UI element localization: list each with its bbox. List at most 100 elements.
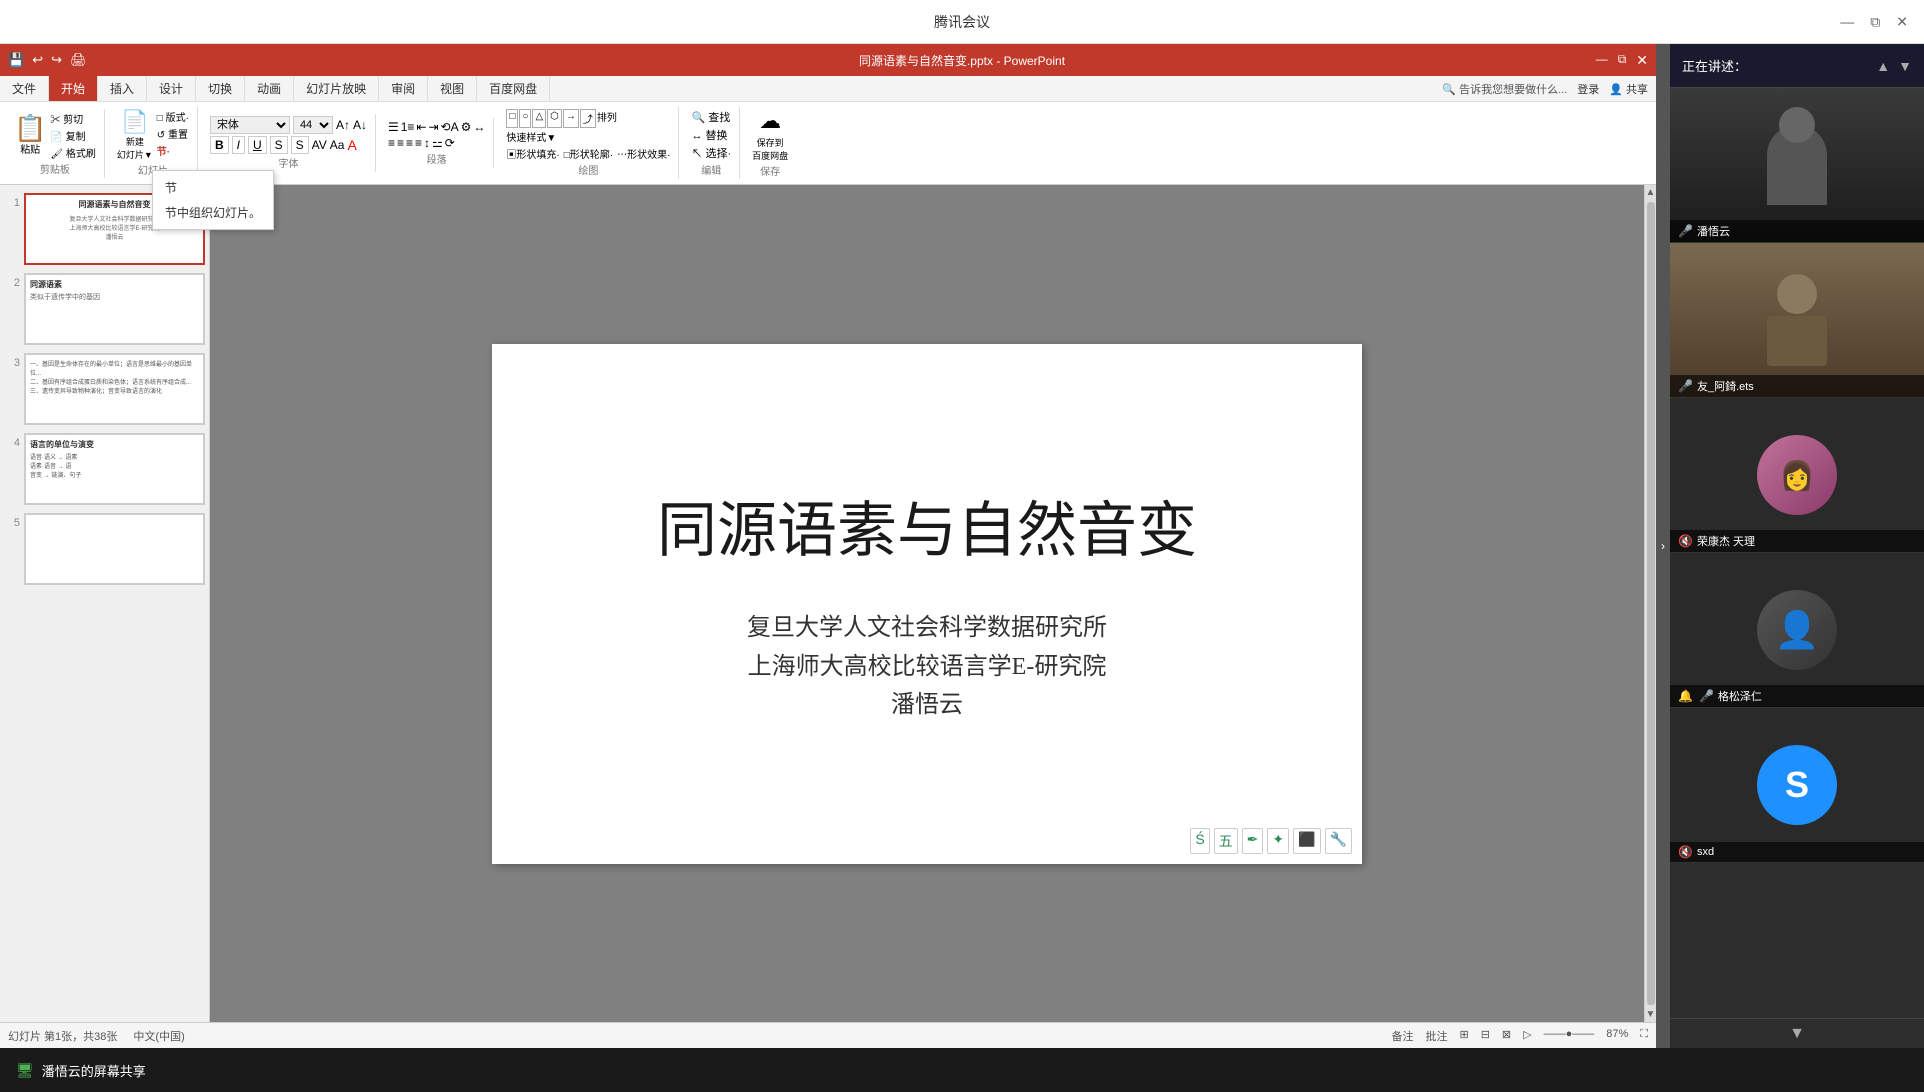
tab-insert[interactable]: 插入: [98, 76, 147, 101]
align-right-button[interactable]: ≡: [406, 136, 413, 150]
align-center-button[interactable]: ≡: [397, 136, 404, 150]
minimize-button[interactable]: —: [1840, 13, 1854, 30]
text-convert-button[interactable]: ⟳: [445, 136, 455, 150]
find-button[interactable]: 🔍 查找: [691, 109, 731, 125]
panel-up-arrow[interactable]: ▲: [1876, 58, 1890, 74]
replace-button[interactable]: ↔ 替换: [691, 127, 731, 143]
layout-button[interactable]: □ 版式·: [157, 109, 189, 124]
save-icon[interactable]: 💾: [8, 52, 24, 68]
zoom-slider[interactable]: ——●——: [1544, 1028, 1595, 1044]
section-item-1[interactable]: 节: [153, 175, 273, 200]
tab-baidu[interactable]: 百度网盘: [477, 76, 550, 101]
slide-icon-pen[interactable]: ✒: [1242, 828, 1264, 854]
smartart-button[interactable]: ↔: [473, 120, 485, 134]
select-button[interactable]: ↖ 选择·: [691, 145, 731, 161]
shape-btn[interactable]: □: [506, 109, 518, 128]
font-grow-button[interactable]: A↑: [336, 118, 350, 132]
slide-item-2[interactable]: 2 同源语素 类似于遗传学中的基因: [4, 273, 205, 345]
text-direction-button[interactable]: ⟲A: [441, 120, 459, 134]
font-size-select[interactable]: 44: [293, 116, 333, 134]
slide-thumb-4[interactable]: 语言的单位与演变 语音·语义 → 语素语素·语音 → 语音变 → 链演、句子: [24, 433, 205, 505]
arrange-button[interactable]: 排列: [597, 109, 617, 128]
tab-review[interactable]: 审阅: [379, 76, 428, 101]
slide-thumb-5[interactable]: [24, 513, 205, 585]
shape-btn[interactable]: △: [532, 109, 546, 128]
section-button[interactable]: 节·: [157, 143, 189, 158]
bold-button[interactable]: B: [210, 136, 229, 154]
view-reading[interactable]: ▷: [1523, 1028, 1531, 1044]
font-color-button[interactable]: A: [347, 137, 356, 153]
shape-effects-button[interactable]: ⋯形状效果·: [617, 146, 670, 161]
copy-button[interactable]: 📄 复制: [50, 128, 95, 143]
slide-icon-s[interactable]: Ś: [1190, 828, 1209, 854]
search-box[interactable]: 🔍 告诉我您想要做什么...: [1442, 81, 1567, 97]
indent-increase-button[interactable]: ⇥: [428, 120, 438, 134]
slide-item-5[interactable]: 5: [4, 513, 205, 585]
share-button[interactable]: 👤 共享: [1609, 81, 1648, 97]
indent-decrease-button[interactable]: ⇤: [416, 120, 426, 134]
slide-icon-wu[interactable]: 五: [1214, 828, 1238, 854]
slide-item-3[interactable]: 3 一、基因是生命体存在的最小单位；语言是思维最小的基因单位...二、基因有序组…: [4, 353, 205, 425]
shadow-button[interactable]: S: [291, 136, 309, 154]
shape-btn[interactable]: ○: [519, 109, 531, 128]
close-button[interactable]: ✕: [1896, 13, 1908, 30]
font-name-select[interactable]: 宋体: [210, 116, 290, 134]
redo-icon[interactable]: ↪: [51, 52, 62, 68]
restore-button[interactable]: ⧉: [1870, 13, 1880, 30]
line-spacing-button[interactable]: ↕: [424, 136, 430, 150]
panel-collapse-handle[interactable]: ›: [1656, 44, 1670, 1048]
scroll-down-button[interactable]: ▼: [1644, 1007, 1656, 1022]
shape-btn[interactable]: ⬡: [547, 109, 562, 128]
slide-thumb-3[interactable]: 一、基因是生命体存在的最小单位；语言是思维最小的基因单位...二、基因有序组合成…: [24, 353, 205, 425]
slide-canvas[interactable]: 同源语素与自然音变 复旦大学人文社会科学数据研究所 上海师大高校比较语言学E-研…: [492, 344, 1362, 864]
tab-animations[interactable]: 动画: [245, 76, 294, 101]
reset-button[interactable]: ↺ 重置: [157, 126, 189, 141]
ppt-minimize[interactable]: —: [1596, 52, 1608, 69]
scroll-participants-down[interactable]: ▼: [1789, 1025, 1805, 1043]
panel-down-arrow[interactable]: ▼: [1898, 58, 1912, 74]
char-spacing-button[interactable]: AV: [312, 138, 327, 152]
login-button[interactable]: 登录: [1577, 81, 1599, 97]
bullets-button[interactable]: ☰: [388, 120, 399, 134]
ppt-close[interactable]: ✕: [1636, 52, 1648, 69]
participants-nav-bottom[interactable]: ▼: [1670, 1018, 1924, 1048]
shape-btn[interactable]: →: [563, 109, 579, 128]
italic-button[interactable]: I: [232, 136, 245, 154]
format-brush-button[interactable]: 🖌 格式刷: [50, 145, 95, 160]
quick-styles-button[interactable]: 快速样式▼: [506, 129, 556, 144]
slide-item-4[interactable]: 4 语言的单位与演变 语音·语义 → 语素语素·语音 → 语音变 → 链演、句子: [4, 433, 205, 505]
slide-icon-star[interactable]: ✦: [1267, 828, 1289, 854]
numbering-button[interactable]: 1≡: [401, 120, 415, 134]
strikethrough-button[interactable]: S: [270, 136, 288, 154]
new-slide-button[interactable]: 📄 新建 幻灯片▼: [117, 109, 153, 161]
font-case-button[interactable]: Aa: [330, 138, 345, 152]
tab-transitions[interactable]: 切换: [196, 76, 245, 101]
underline-button[interactable]: U: [248, 136, 267, 154]
shape-btn[interactable]: ⤴: [580, 109, 596, 128]
fullscreen-button[interactable]: ⛶: [1640, 1028, 1648, 1044]
cut-button[interactable]: ✂ 剪切: [50, 111, 95, 126]
view-slidesorter[interactable]: ⊠: [1502, 1028, 1511, 1044]
ppt-restore[interactable]: ⧉: [1618, 52, 1627, 69]
tab-slideshow[interactable]: 幻灯片放映: [294, 76, 379, 101]
view-toggle[interactable]: ⊞: [1459, 1028, 1468, 1044]
scroll-thumb[interactable]: [1647, 202, 1655, 1005]
tab-design[interactable]: 设计: [147, 76, 196, 101]
align-left-button[interactable]: ≡: [388, 136, 395, 150]
comments-button[interactable]: 批注: [1425, 1028, 1447, 1044]
tab-home[interactable]: 开始: [49, 76, 98, 101]
slide-thumb-2[interactable]: 同源语素 类似于遗传学中的基因: [24, 273, 205, 345]
undo-icon[interactable]: ↩: [32, 52, 43, 68]
view-normal[interactable]: ⊟: [1481, 1028, 1490, 1044]
shape-outline-button[interactable]: □形状轮廓·: [564, 146, 613, 161]
font-shrink-button[interactable]: A↓: [353, 118, 367, 132]
shape-fill-button[interactable]: ▣形状填充·: [506, 146, 559, 161]
notes-button[interactable]: 备注: [1391, 1028, 1413, 1044]
slide-icon-screen[interactable]: ⬛: [1293, 828, 1320, 854]
align-columns-button[interactable]: ⚙: [461, 120, 472, 134]
justify-button[interactable]: ≡: [415, 136, 422, 150]
slide-icon-tool[interactable]: 🔧: [1325, 828, 1352, 854]
baidu-save-button[interactable]: ☁: [759, 108, 781, 134]
tab-file[interactable]: 文件: [0, 76, 49, 101]
scroll-up-button[interactable]: ▲: [1644, 185, 1656, 200]
